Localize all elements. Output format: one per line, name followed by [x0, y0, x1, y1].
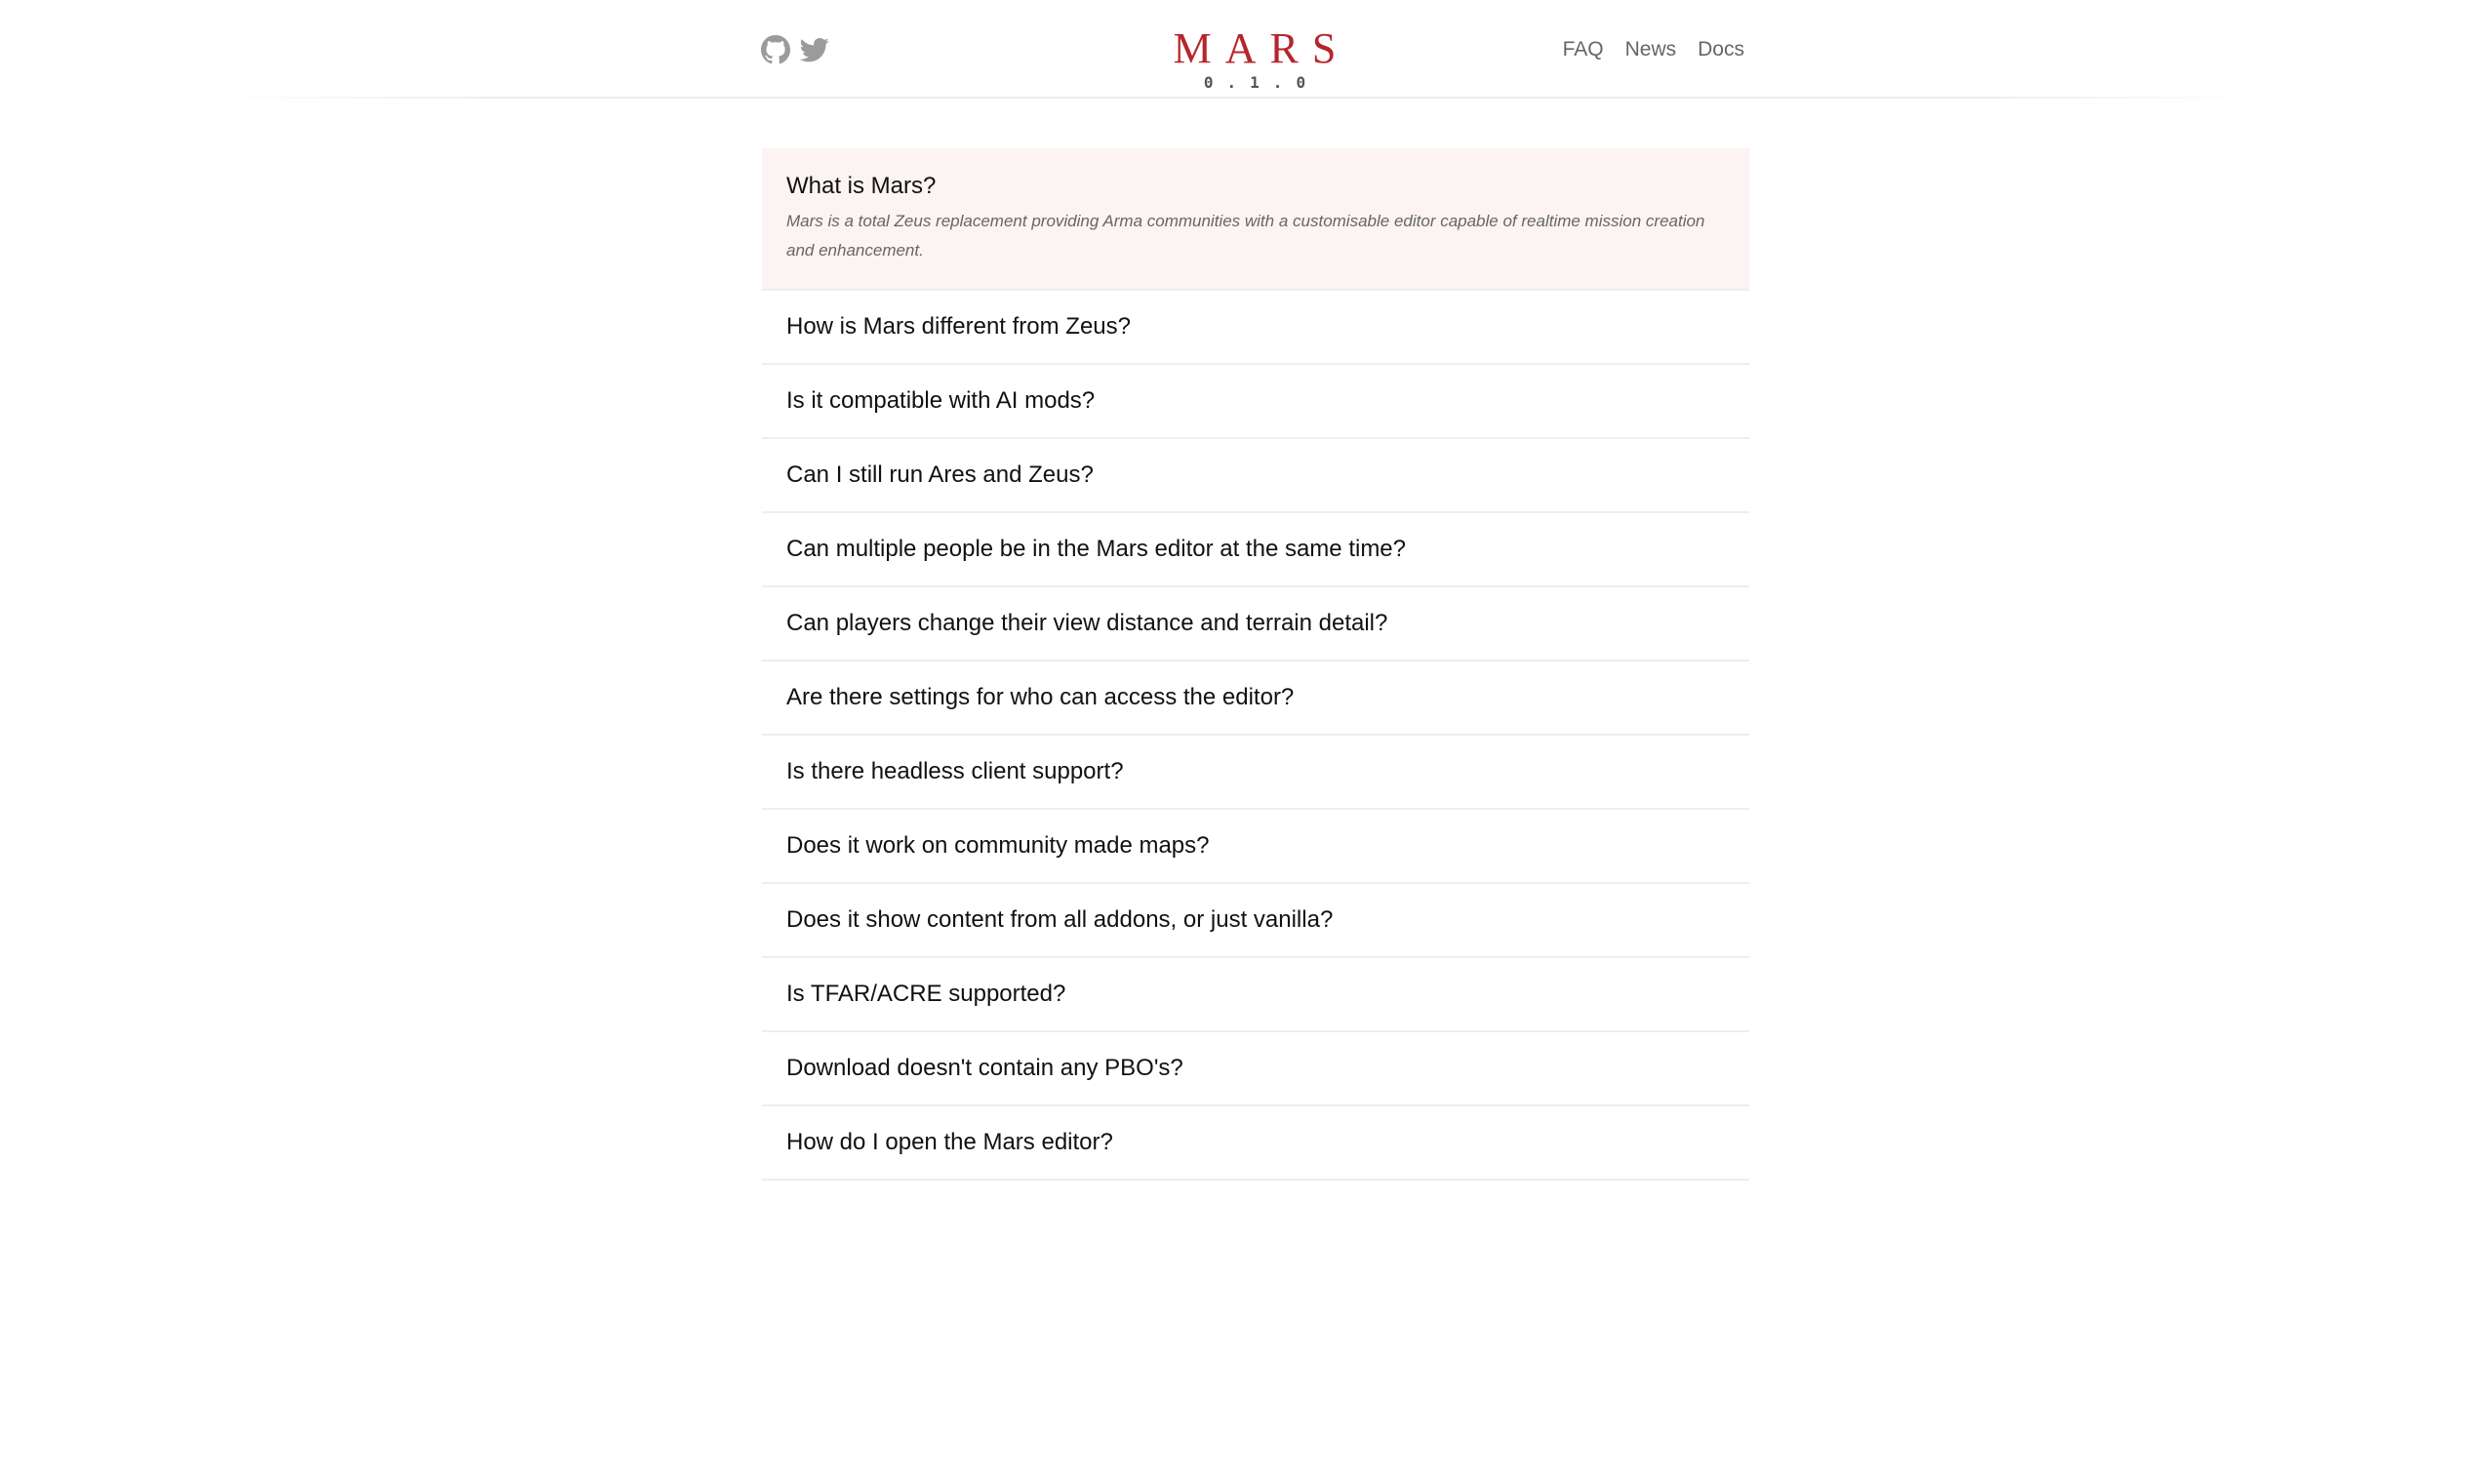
faq-question: Is there headless client support? — [786, 758, 1124, 784]
faq-question: Does it show content from all addons, or… — [786, 906, 1334, 933]
faq-question: Is it compatible with AI mods? — [786, 387, 1096, 414]
faq-question: Can players change their view distance a… — [786, 610, 1388, 636]
social-links — [761, 35, 829, 64]
main-nav: FAQ News Docs — [1563, 35, 1744, 64]
page: MARS 0.1.0 FAQ News Docs What is Mars? M… — [0, 0, 2481, 1484]
github-icon[interactable] — [761, 35, 790, 64]
faq-question: Can I still run Ares and Zeus? — [786, 461, 1094, 488]
nav-docs[interactable]: Docs — [1698, 35, 1744, 64]
faq-item[interactable]: Can I still run Ares and Zeus? — [762, 439, 1749, 513]
faq-item[interactable]: Does it work on community made maps? — [762, 810, 1749, 884]
faq-question: Is TFAR/ACRE supported? — [786, 981, 1066, 1007]
faq-question: Can multiple people be in the Mars edito… — [786, 536, 1407, 562]
faq-question: What is Mars? — [786, 173, 937, 199]
faq-item[interactable]: How do I open the Mars editor? — [762, 1106, 1749, 1181]
nav-news[interactable]: News — [1625, 35, 1677, 64]
nav-faq[interactable]: FAQ — [1563, 35, 1604, 64]
faq-item[interactable]: Download doesn't contain any PBO's? — [762, 1032, 1749, 1106]
faq-item[interactable]: Is there headless client support? — [762, 736, 1749, 810]
faq-question: Are there settings for who can access th… — [786, 684, 1295, 710]
faq-list: What is Mars? Mars is a total Zeus repla… — [762, 148, 1749, 1181]
faq-item[interactable]: How is Mars different from Zeus? — [762, 291, 1749, 365]
faq-item[interactable]: Are there settings for who can access th… — [762, 662, 1749, 736]
faq-question: Does it work on community made maps? — [786, 832, 1210, 859]
logo-title: MARS — [1173, 24, 1350, 72]
faq-question: How do I open the Mars editor? — [786, 1129, 1113, 1155]
logo-version: 0.1.0 — [1203, 73, 1320, 92]
faq-item[interactable]: Can players change their view distance a… — [762, 587, 1749, 662]
faq-answer: Mars is a total Zeus replacement providi… — [786, 212, 1705, 260]
twitter-icon[interactable] — [799, 35, 829, 64]
site-header: MARS 0.1.0 FAQ News Docs — [0, 0, 2481, 99]
faq-item[interactable]: Is it compatible with AI mods? — [762, 365, 1749, 439]
faq-question: Download doesn't contain any PBO's? — [786, 1055, 1183, 1081]
faq-item[interactable]: Is TFAR/ACRE supported? — [762, 958, 1749, 1032]
faq-question: How is Mars different from Zeus? — [786, 313, 1132, 340]
site-logo[interactable]: MARS 0.1.0 — [1157, 27, 1352, 92]
faq-item-open[interactable]: What is Mars? Mars is a total Zeus repla… — [762, 148, 1749, 291]
faq-item[interactable]: Does it show content from all addons, or… — [762, 884, 1749, 958]
faq-item[interactable]: Can multiple people be in the Mars edito… — [762, 513, 1749, 587]
header-divider — [215, 97, 2263, 99]
